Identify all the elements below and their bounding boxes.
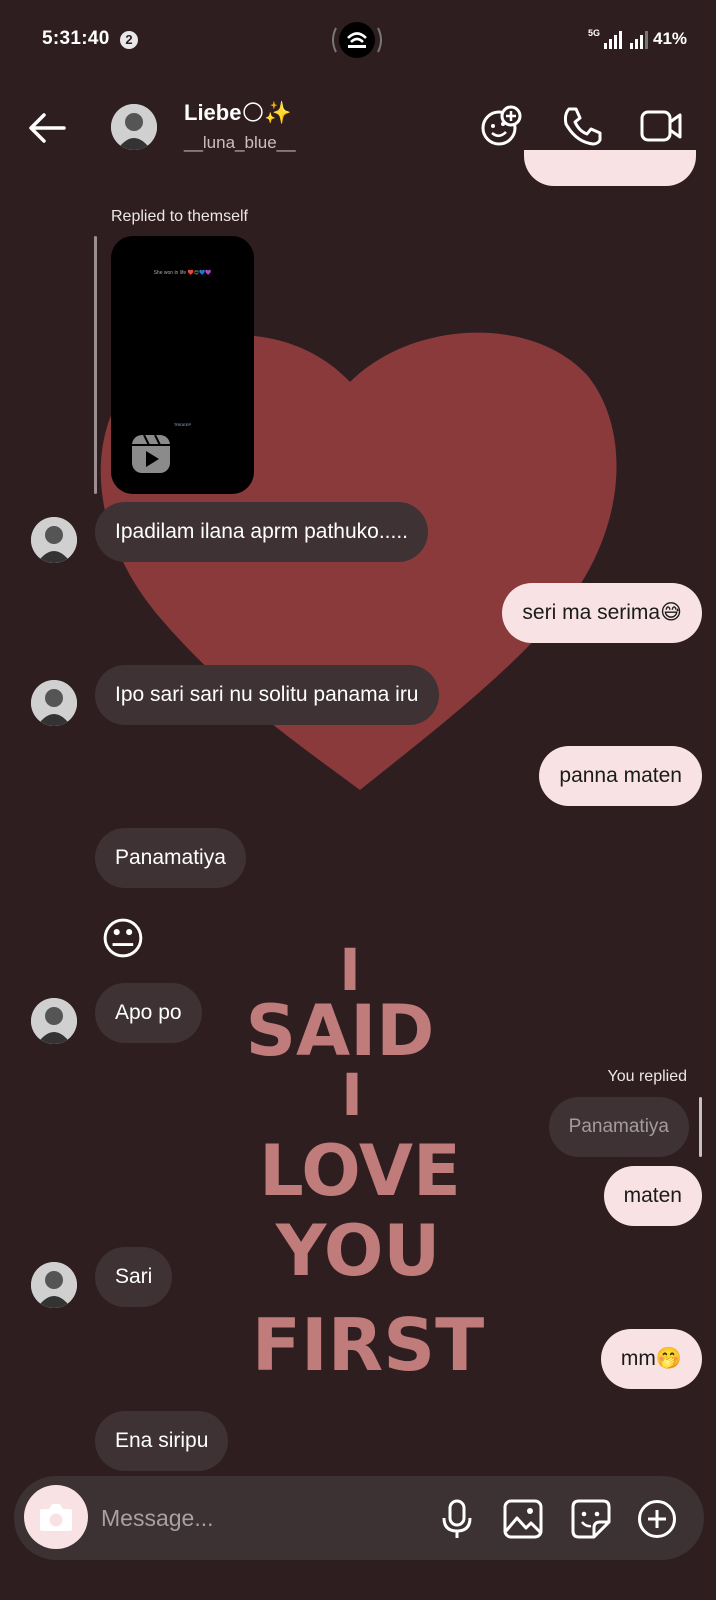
sender-avatar[interactable] [31,517,77,563]
message-bubble[interactable]: Ipadilam ilana aprm pathuko..... [95,502,428,562]
notification-count-badge: 2 [120,31,138,49]
emoji-message[interactable]: 😐 [100,914,152,966]
reply-label: Replied to themself [111,208,248,225]
background-lettering: I SAID I LOVE YOU FIRST [240,936,500,1420]
status-time: 5:31:40 [42,28,110,49]
battery-percent: 41% [653,29,688,48]
signal-icon [604,31,622,49]
camera-button[interactable] [24,1485,88,1549]
quoted-message[interactable]: Panamatiya [548,1097,689,1157]
svg-text:FIRST: FIRST [252,1303,484,1387]
back-arrow-icon[interactable] [24,104,72,152]
previous-sent-bubble[interactable] [524,150,696,186]
plus-icon[interactable] [636,1498,678,1540]
message-bubble[interactable]: Ipo sari sari nu solitu panama iru [95,665,439,725]
sender-avatar[interactable] [31,998,77,1044]
message-bubble[interactable]: panna maten [539,746,702,806]
signal-2-icon [630,31,648,49]
reel-caption: She won in life ❤️😍💙💜 [153,270,212,276]
reply-indicator-bar [699,1097,702,1157]
contact-avatar[interactable] [111,104,157,150]
network-indicator: 5G [588,28,600,46]
contact-name[interactable]: Liebe🌕✨ [184,100,292,126]
camera-icon [40,1504,72,1531]
svg-text:LOVE: LOVE [259,1130,461,1212]
message-bubble[interactable]: maten [603,1166,702,1226]
sticker-icon[interactable] [570,1498,612,1540]
message-input[interactable]: Message... [101,1505,214,1532]
hotspot-indicator-icon [332,22,382,58]
svg-text:I: I [341,1061,363,1129]
svg-text:SAID: SAID [246,990,435,1072]
reply-indicator-bar [94,236,97,494]
message-bubble[interactable]: Apo po [95,983,202,1043]
network-type: 5G [588,28,601,38]
microphone-icon[interactable] [436,1498,478,1540]
sender-avatar[interactable] [31,1262,77,1308]
sender-avatar[interactable] [31,680,77,726]
message-bubble[interactable]: mm🤭 [600,1329,702,1389]
video-call-icon[interactable] [640,104,684,148]
gallery-icon[interactable] [502,1498,544,1540]
add-emoji-icon[interactable] [479,104,523,148]
reel-thumbnail[interactable]: She won in life ❤️😍💙💜 TRIDEEP [111,236,254,494]
reels-icon [132,434,170,473]
you-replied-label: You replied [607,1068,687,1085]
phone-icon[interactable] [560,104,604,148]
message-bubble[interactable]: seri ma serima😅 [502,583,702,643]
reel-logo-text: TRIDEEP [173,422,192,427]
svg-text:YOU: YOU [275,1210,441,1292]
message-bubble[interactable]: Ena siripu [95,1411,229,1471]
message-bubble[interactable]: Sari [95,1247,173,1307]
i-said-i-love-you-first-art: I SAID I LOVE YOU FIRST [246,936,485,1387]
contact-handle[interactable]: __luna_blue__ [184,133,296,153]
message-bubble[interactable]: Panamatiya [95,828,246,888]
